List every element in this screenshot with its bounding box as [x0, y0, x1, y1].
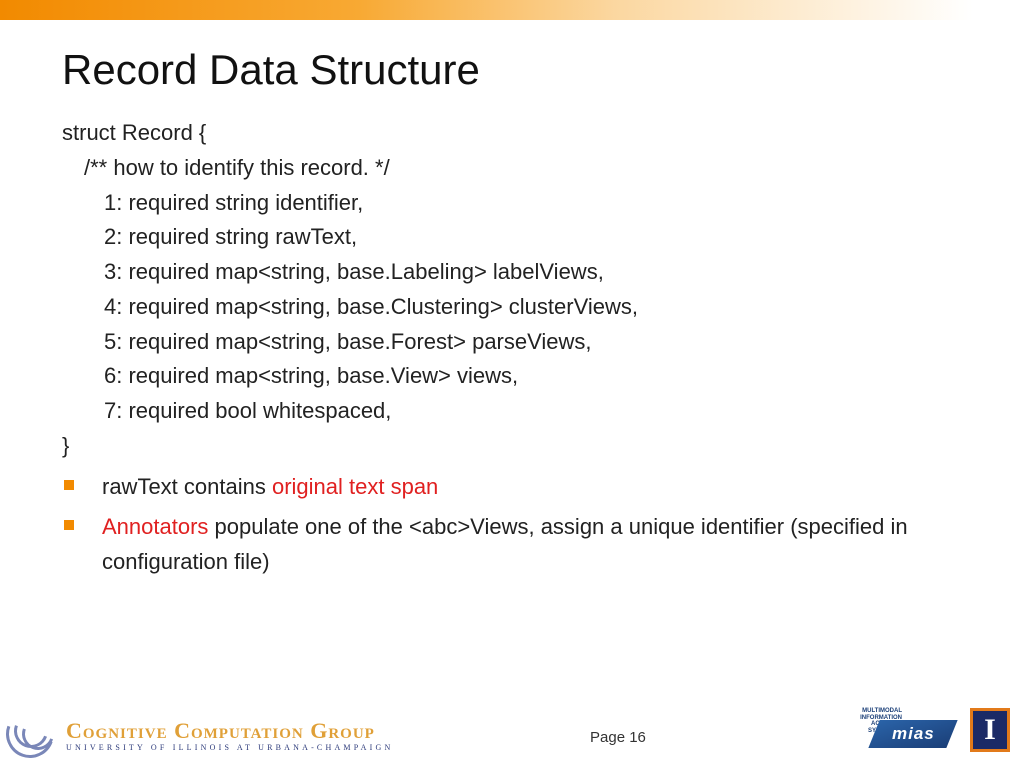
- bullet-1-text: rawText contains original text span: [102, 470, 974, 505]
- illinois-logo: I: [970, 708, 1010, 752]
- slide-title: Record Data Structure: [62, 46, 1024, 94]
- code-field-2: 2: required string rawText,: [62, 220, 974, 255]
- square-bullet-icon: [64, 480, 74, 490]
- code-field-7: 7: required bool whitespaced,: [62, 394, 974, 429]
- slide-body: struct Record { /** how to identify this…: [62, 116, 974, 580]
- ccg-name: Cognitive Computation Group: [66, 720, 393, 742]
- code-struct-open: struct Record {: [62, 116, 974, 151]
- swoosh-icon: [6, 710, 62, 752]
- bullet-2-emph: Annotators: [102, 514, 208, 539]
- square-bullet-icon: [64, 520, 74, 530]
- bullet-item-2: Annotators populate one of the <abc>View…: [62, 510, 974, 580]
- code-comment: /** how to identify this record. */: [62, 151, 974, 186]
- ccg-logo-text: Cognitive Computation Group UNIVERSITY O…: [66, 720, 393, 752]
- mias-label: mias: [892, 724, 935, 744]
- bullet-1-emph: original text span: [272, 474, 438, 499]
- bullet-list: rawText contains original text span Anno…: [62, 470, 974, 580]
- mias-logo: MULTIMODAL INFORMATION ACCESS & SYNTHESI…: [842, 708, 952, 752]
- bullet-2-rest: populate one of the <abc>Views, assign a…: [102, 514, 908, 574]
- code-field-3: 3: required map<string, base.Labeling> l…: [62, 255, 974, 290]
- code-field-5: 5: required map<string, base.Forest> par…: [62, 325, 974, 360]
- bullet-1-pre: rawText contains: [102, 474, 272, 499]
- ccg-logo: Cognitive Computation Group UNIVERSITY O…: [6, 710, 393, 752]
- illinois-letter: I: [984, 715, 996, 745]
- mias-badge: mias: [868, 720, 957, 748]
- slide-footer: Cognitive Computation Group UNIVERSITY O…: [0, 702, 1024, 758]
- code-struct-close: }: [62, 429, 974, 464]
- code-field-1: 1: required string identifier,: [62, 186, 974, 221]
- top-accent-bar: [0, 0, 1024, 20]
- code-field-4: 4: required map<string, base.Clustering>…: [62, 290, 974, 325]
- page-number: Page 16: [590, 729, 646, 746]
- bullet-2-text: Annotators populate one of the <abc>View…: [102, 510, 974, 580]
- ccg-subtitle: UNIVERSITY OF ILLINOIS AT URBANA-CHAMPAI…: [66, 744, 393, 752]
- code-field-6: 6: required map<string, base.View> views…: [62, 359, 974, 394]
- bullet-item-1: rawText contains original text span: [62, 470, 974, 505]
